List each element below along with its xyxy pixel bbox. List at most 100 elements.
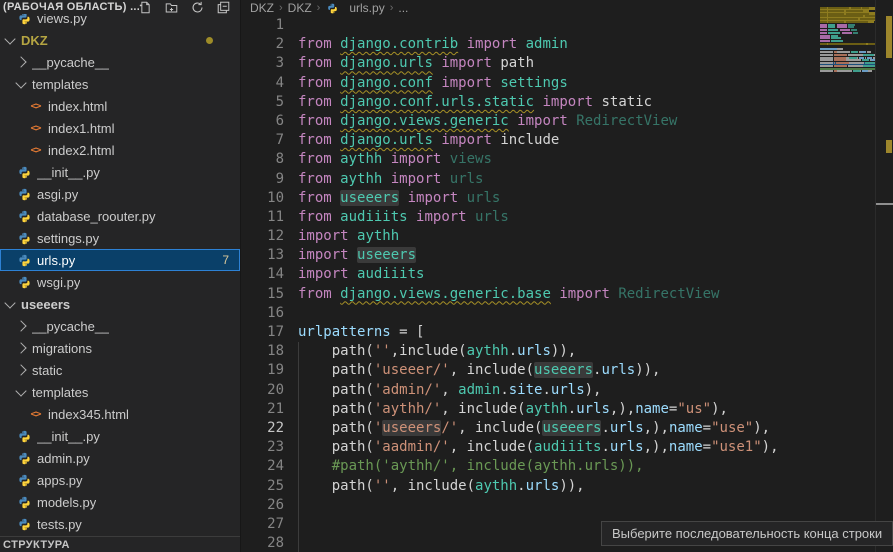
tree-item-dkz[interactable]: DKZ <box>0 29 240 51</box>
outline-section-label: СТРУКТУРА <box>3 539 70 551</box>
tree-item-tests-py[interactable]: tests.py <box>0 513 240 535</box>
code-line-15[interactable]: 15from django.views.generic.base import … <box>241 285 816 304</box>
line-number: 18 <box>241 342 284 361</box>
line-content: #path('aythh/', include(aythh.urls)), <box>298 457 644 476</box>
tree-item-label: __init__.py <box>37 165 100 180</box>
tree-item-migrations[interactable]: migrations <box>0 337 240 359</box>
chevron-expanded-icon <box>15 385 26 396</box>
code-line-6[interactable]: 6from django.views.generic import Redire… <box>241 112 816 131</box>
breadcrumb-item-folder[interactable]: DKZ <box>288 1 312 15</box>
tree-item-label: index.html <box>48 99 107 114</box>
code-line-20[interactable]: 20 path('admin/', admin.site.urls), <box>241 381 816 400</box>
tree-item-index1-html[interactable]: <>index1.html <box>0 117 240 139</box>
code-line-19[interactable]: 19 path('useeer/', include(useeers.urls)… <box>241 361 816 380</box>
code-editor[interactable]: 12from django.contrib import admin3from … <box>241 16 816 552</box>
code-line-25[interactable]: 25 path('', include(aythh.urls)), <box>241 477 816 496</box>
overview-ruler[interactable] <box>875 0 893 552</box>
code-line-10[interactable]: 10from useeers import urls <box>241 189 816 208</box>
code-line-16[interactable]: 16 <box>241 304 816 323</box>
code-line-3[interactable]: 3from django.urls import path <box>241 54 816 73</box>
tree-item-database-roouter-py[interactable]: database_roouter.py <box>0 205 240 227</box>
breadcrumb-item-root[interactable]: DKZ <box>250 1 274 15</box>
html-file-icon: <> <box>28 99 43 114</box>
code-line-9[interactable]: 9from aythh import urls <box>241 170 816 189</box>
new-folder-icon[interactable] <box>165 1 178 14</box>
breadcrumb-separator: › <box>279 2 283 14</box>
tree-item-templates[interactable]: templates <box>0 381 240 403</box>
tree-item-useeers[interactable]: useeers <box>0 293 240 315</box>
line-content: from useeers import urls <box>298 189 500 208</box>
code-line-5[interactable]: 5from django.conf.urls.static import sta… <box>241 93 816 112</box>
code-line-17[interactable]: 17urlpatterns = [ <box>241 323 816 342</box>
line-number: 16 <box>241 304 284 323</box>
collapse-all-icon[interactable] <box>217 1 230 14</box>
explorer-section-header[interactable]: (РАБОЧАЯ ОБЛАСТЬ) ... <box>0 0 240 14</box>
tree-item-admin-py[interactable]: admin.py <box>0 447 240 469</box>
minimap[interactable] <box>820 4 876 81</box>
line-number: 28 <box>241 534 284 552</box>
code-line-26[interactable]: 26 <box>241 496 816 515</box>
chevron-expanded-icon <box>4 297 15 308</box>
tree-item-static[interactable]: static <box>0 359 240 381</box>
tree-item-label: database_roouter.py <box>37 209 156 224</box>
tree-item-settings-py[interactable]: settings.py <box>0 227 240 249</box>
tree-item-models-py[interactable]: models.py <box>0 491 240 513</box>
code-line-23[interactable]: 23 path('aadmin/', include(audiiits.urls… <box>241 438 816 457</box>
code-line-8[interactable]: 8from aythh import views <box>241 150 816 169</box>
outline-section-header[interactable]: СТРУКТУРА <box>0 536 241 552</box>
code-line-1[interactable]: 1 <box>241 16 816 35</box>
problems-badge: 7 <box>222 253 229 267</box>
line-content: urlpatterns = [ <box>298 323 424 342</box>
code-line-2[interactable]: 2from django.contrib import admin <box>241 35 816 54</box>
tree-item-apps-py[interactable]: apps.py <box>0 469 240 491</box>
python-file-icon <box>17 275 32 290</box>
tree-item-index345-html[interactable]: <>index345.html <box>0 403 240 425</box>
breadcrumb: DKZ › DKZ › urls.py › ... <box>241 0 893 16</box>
tree-item-urls-py[interactable]: urls.py7 <box>0 249 240 271</box>
breadcrumb-separator: › <box>390 2 394 14</box>
tree-item-asgi-py[interactable]: asgi.py <box>0 183 240 205</box>
code-line-7[interactable]: 7from django.urls import include <box>241 131 816 150</box>
line-content: path('aythh/', include(aythh.urls,),name… <box>298 400 728 419</box>
tree-item-index-html[interactable]: <> index.html <box>0 95 240 117</box>
line-content: from django.views.generic import Redirec… <box>298 112 677 131</box>
python-file-icon <box>17 209 32 224</box>
code-line-22[interactable]: 22 path('useeers/', include(useeers.urls… <box>241 419 816 438</box>
tree-item-templates[interactable]: templates <box>0 73 240 95</box>
code-line-14[interactable]: 14import audiiits <box>241 265 816 284</box>
line-number: 4 <box>241 74 284 93</box>
line-number: 8 <box>241 150 284 169</box>
code-line-13[interactable]: 13import useeers <box>241 246 816 265</box>
code-line-11[interactable]: 11from audiiits import urls <box>241 208 816 227</box>
line-content: path('admin/', admin.site.urls), <box>298 381 601 400</box>
line-number: 11 <box>241 208 284 227</box>
tree-item-wsgi-py[interactable]: wsgi.py <box>0 271 240 293</box>
tree-item-init-py[interactable]: __init__.py <box>0 161 240 183</box>
tree-item-init-py[interactable]: __init__.py <box>0 425 240 447</box>
line-content: from django.urls import path <box>298 54 534 73</box>
tree-item-index2-html[interactable]: <>index2.html <box>0 139 240 161</box>
tree-item-label: useeers <box>21 297 70 312</box>
python-file-icon <box>17 253 32 268</box>
breadcrumb-item-file[interactable]: urls.py <box>349 1 384 15</box>
chevron-collapsed-icon <box>15 342 26 353</box>
explorer-actions <box>139 1 230 14</box>
code-line-24[interactable]: 24 #path('aythh/', include(aythh.urls)), <box>241 457 816 476</box>
line-number: 21 <box>241 400 284 419</box>
tree-item-label: __pycache__ <box>32 55 109 70</box>
new-file-icon[interactable] <box>139 1 152 14</box>
line-number: 2 <box>241 35 284 54</box>
explorer-sidebar: (РАБОЧАЯ ОБЛАСТЬ) ... views.pyDKZ__pycac… <box>0 0 241 552</box>
code-line-12[interactable]: 12import aythh <box>241 227 816 246</box>
code-line-18[interactable]: 18 path('',include(aythh.urls)), <box>241 342 816 361</box>
tree-item-pycache[interactable]: __pycache__ <box>0 315 240 337</box>
refresh-icon[interactable] <box>191 1 204 14</box>
tree-item-pycache[interactable]: __pycache__ <box>0 51 240 73</box>
minimap-line <box>820 78 876 81</box>
breadcrumb-item-symbol[interactable]: ... <box>398 1 408 15</box>
code-line-4[interactable]: 4from django.conf import settings <box>241 74 816 93</box>
tree-item-label: templates <box>32 385 88 400</box>
code-line-21[interactable]: 21 path('aythh/', include(aythh.urls,),n… <box>241 400 816 419</box>
python-file-icon <box>17 187 32 202</box>
chevron-expanded-icon <box>15 77 26 88</box>
